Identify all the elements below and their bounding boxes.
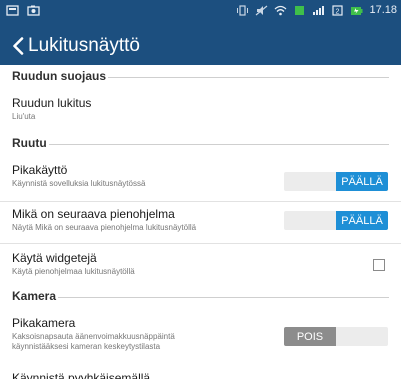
back-button[interactable] xyxy=(6,32,30,60)
section-divider xyxy=(108,76,389,78)
notification-icon xyxy=(6,5,19,16)
section-label: Ruutu xyxy=(12,135,47,150)
vibrate-icon xyxy=(237,4,249,16)
battery-icon xyxy=(351,6,363,15)
section-divider xyxy=(58,296,389,298)
setting-use-widgets[interactable]: Käytä widgetejä Käytä pienohjelmaa lukit… xyxy=(0,244,401,285)
sim-icon: 2 xyxy=(332,4,344,16)
setting-quick-access[interactable]: Pikakäyttö Käynnistä sovelluksia lukitus… xyxy=(0,153,401,201)
setting-subtitle: Liu'uta xyxy=(12,112,36,121)
setting-next-widget[interactable]: Mikä on seuraava pienohjelma Näytä Mikä … xyxy=(0,202,401,243)
quick-access-toggle[interactable]: PÄÄLLÄ xyxy=(284,172,388,191)
svg-text:2: 2 xyxy=(336,8,340,15)
section-label: Kamera xyxy=(12,288,57,303)
toggle-on-label: PÄÄLLÄ xyxy=(336,211,388,230)
setting-subtitle: Käytä pienohjelmaa lukitusnäytöllä xyxy=(12,267,135,276)
next-widget-toggle[interactable]: PÄÄLLÄ xyxy=(284,211,388,230)
mute-icon xyxy=(256,5,268,15)
setting-title: Käytä widgetejä xyxy=(12,251,97,265)
section-header-camera: Kamera xyxy=(0,285,401,306)
data-icon xyxy=(295,5,305,15)
status-bar: 2 17.18 xyxy=(0,0,401,27)
image-icon xyxy=(27,5,40,16)
section-label: Ruudun suojaus xyxy=(12,68,106,83)
setting-quick-camera[interactable]: Pikakamera Kaksoisnapsauta äänenvoimakku… xyxy=(0,306,401,358)
section-divider xyxy=(48,143,389,145)
use-widgets-checkbox[interactable] xyxy=(373,259,385,271)
section-header-screen-lock: Ruudun suojaus xyxy=(0,65,401,86)
toggle-off-label: POIS xyxy=(284,327,336,346)
lock-screen-settings: 2 17.18 Lukitusnäyttö Ruudun suojaus Ruu… xyxy=(0,0,401,379)
signal-icon xyxy=(313,5,325,15)
section-header-screen: Ruutu xyxy=(0,132,401,153)
setting-screen-lock[interactable]: Ruudun lukitus Liu'uta xyxy=(0,86,401,132)
page-title: Lukitusnäyttö xyxy=(28,35,140,56)
status-time: 17.18 xyxy=(369,4,397,16)
setting-title: Ruudun lukitus xyxy=(12,96,92,110)
chevron-left-icon xyxy=(13,37,24,55)
settings-list: Ruudun suojaus Ruudun lukitus Liu'uta Ru… xyxy=(0,65,401,358)
setting-swipe-launch-title[interactable]: Käynnistä pyyhkäisemällä xyxy=(12,371,150,379)
quick-camera-toggle[interactable]: POIS xyxy=(284,327,388,346)
toggle-on-label: PÄÄLLÄ xyxy=(336,172,388,191)
wifi-icon xyxy=(275,5,287,15)
app-bar: Lukitusnäyttö xyxy=(0,27,401,65)
